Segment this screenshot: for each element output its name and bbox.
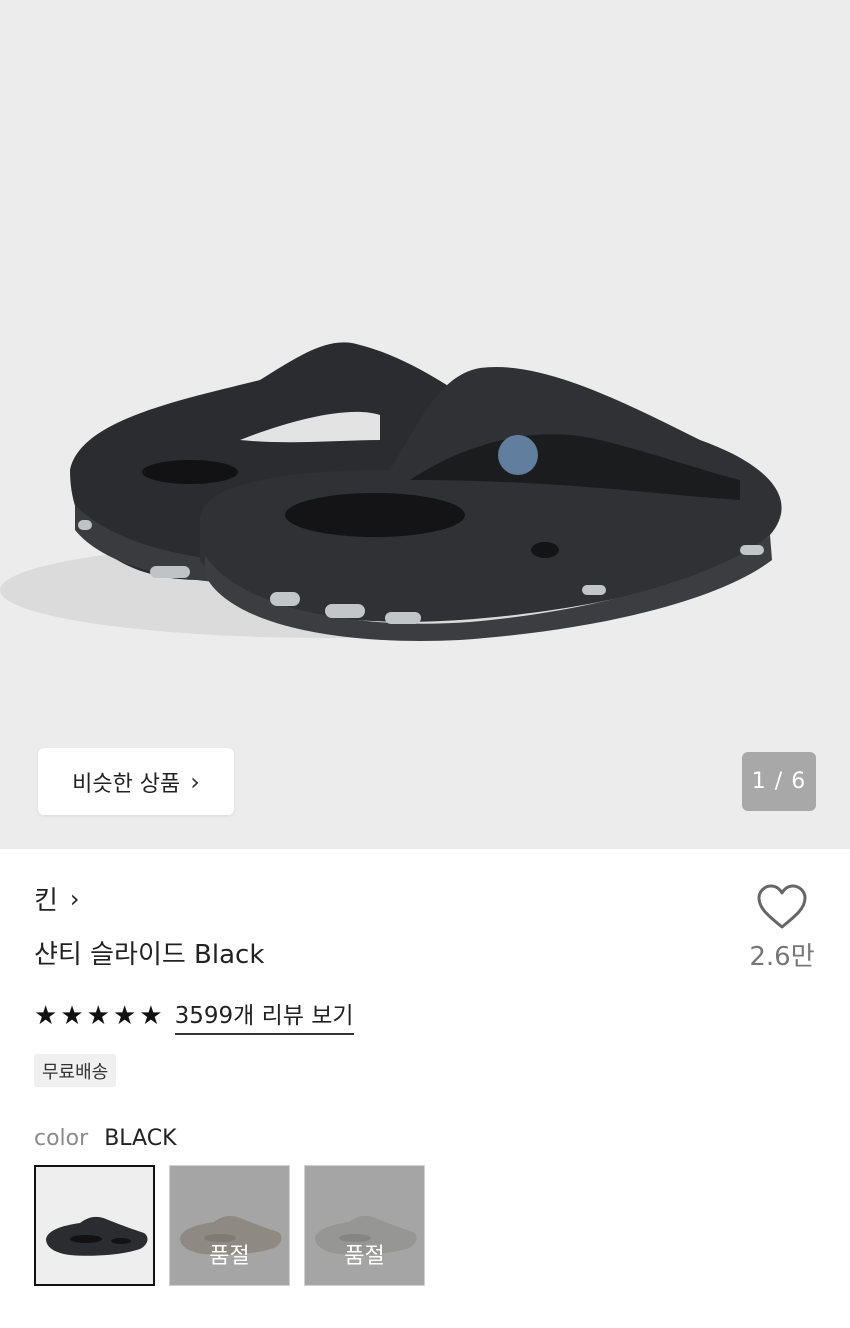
selected-color: BLACK [104, 1126, 177, 1151]
brand-link[interactable]: 킨 › [34, 880, 80, 917]
soldout-label: 품절 [344, 1244, 385, 1269]
color-option-grey[interactable]: 품절 [304, 1165, 425, 1286]
color-option-black[interactable] [34, 1165, 155, 1286]
star-icon: ★ [86, 1000, 110, 1031]
wishlist-count: 2.6만 [749, 942, 815, 972]
color-options: 품절 품절 [34, 1165, 425, 1286]
star-rating: ★ ★ ★ ★ ★ [34, 1003, 163, 1029]
shoe-thumbnail [46, 1216, 148, 1256]
star-icon: ★ [34, 1000, 58, 1031]
color-option-taupe[interactable]: 품절 [169, 1165, 290, 1286]
product-image [0, 342, 782, 641]
similar-products-label: 비슷한 상품 [72, 771, 181, 797]
star-icon: ★ [112, 1000, 137, 1031]
soldout-label: 품절 [209, 1244, 250, 1269]
star-icon: ★ [139, 1000, 163, 1031]
chevron-right-icon: › [190, 767, 200, 796]
rating-row: ★ ★ ★ ★ ★ 3599개 리뷰 보기 [34, 996, 354, 1035]
star-icon: ★ [60, 1000, 84, 1031]
review-link[interactable]: 3599개 리뷰 보기 [174, 996, 354, 1035]
color-label: color [34, 1126, 89, 1151]
chevron-right-icon: › [69, 884, 80, 913]
brand-name: 킨 [34, 886, 58, 916]
product-title: 샨티 슬라이드 Black [34, 940, 265, 970]
free-shipping-badge: 무료배송 [34, 1054, 117, 1087]
wishlist-button[interactable]: 2.6만 [740, 884, 824, 973]
color-selector-label: color BLACK [34, 1126, 177, 1151]
product-image-gallery[interactable]: 비슷한 상품 › 1 / 6 [0, 0, 850, 849]
similar-products-button[interactable]: 비슷한 상품 › [38, 748, 234, 815]
image-counter: 1 / 6 [742, 752, 816, 811]
heart-icon [757, 884, 807, 929]
